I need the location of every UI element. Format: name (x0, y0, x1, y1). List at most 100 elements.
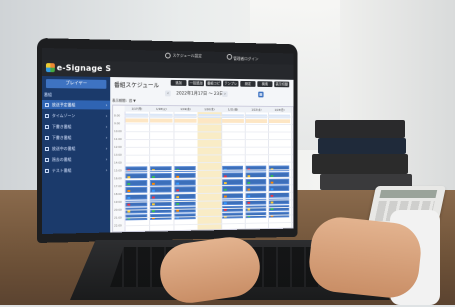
toolbar-button[interactable]: 追加 (170, 79, 187, 86)
item-icon (44, 146, 49, 151)
schedule-event[interactable] (268, 185, 290, 192)
day-header: 1/17(月) (124, 105, 150, 112)
chevron-right-icon: › (105, 156, 108, 162)
time-label: 20:00 (114, 207, 122, 212)
schedule-chip[interactable] (150, 118, 173, 123)
event-tag-icon (151, 196, 155, 199)
date-navigation: ‹ 2022年1月17日 ～ 23日 › ▦ (110, 90, 293, 100)
chevron-right-icon: › (105, 102, 108, 108)
sidebar-item-label: 放送予定番組 (51, 102, 76, 108)
day-header: 1/19(水) (173, 106, 198, 113)
chevron-right-icon: › (105, 113, 108, 119)
item-icon (44, 102, 49, 107)
time-label: 8:00 (114, 113, 121, 118)
hands (156, 210, 440, 307)
schedule-event[interactable] (245, 185, 267, 192)
sidebar-item-label: テスト番組 (51, 167, 72, 173)
sidebar-item[interactable]: テスト番組 › (42, 166, 110, 175)
event-tag-icon (247, 188, 251, 191)
event-tag-icon (127, 196, 131, 199)
toolbar-button[interactable]: 検索 (257, 81, 273, 88)
user-icon (226, 53, 233, 60)
event-tag-icon (270, 201, 274, 204)
calendar-icon[interactable]: ▦ (258, 91, 264, 98)
prev-week-button[interactable]: ‹ (165, 90, 171, 97)
event-tag-icon (247, 181, 251, 184)
sidebar-item-label: 下書き番組 (51, 135, 72, 141)
event-tag-icon (270, 181, 274, 184)
toolbar-button[interactable]: テンプレ (223, 80, 239, 87)
sidebar-item[interactable]: 下書き番組 › (42, 122, 110, 131)
schedule-event[interactable] (150, 186, 172, 193)
day-header: 1/21(金) (221, 106, 245, 113)
time-label: 17:00 (114, 184, 122, 189)
sidebar-section-label: 番組 (43, 92, 52, 98)
sidebar-item[interactable]: 過去の番組 › (42, 155, 110, 164)
toolbar-button[interactable]: 一括追加 (188, 80, 204, 87)
sidebar-item-label: タイムゾーン (51, 113, 76, 119)
time-label: 11:00 (114, 137, 122, 141)
chevron-right-icon: › (105, 135, 108, 141)
logo-icon (45, 63, 55, 73)
event-tag-icon (151, 189, 155, 192)
book (312, 154, 408, 174)
player-button[interactable]: プレイヤー (45, 79, 107, 89)
chevron-right-icon: › (105, 124, 108, 130)
sidebar-item[interactable]: 放送中の番組 › (42, 144, 110, 153)
schedule-chip[interactable] (245, 119, 268, 124)
period-filter[interactable]: 表示期間：週 ▼ (112, 99, 136, 104)
event-tag-icon (176, 196, 180, 199)
user-menu[interactable]: 管理者ログイン (226, 53, 258, 62)
event-tag-icon (224, 195, 227, 198)
time-label: 19:00 (114, 199, 122, 204)
event-tag-icon (176, 182, 180, 185)
clock-icon (165, 52, 171, 59)
time-label: 15:00 (114, 168, 122, 173)
schedule-chip[interactable] (222, 118, 244, 123)
right-hand (306, 214, 424, 301)
chevron-right-icon: › (105, 145, 108, 151)
time-label: 9:00 (114, 121, 121, 126)
sidebar-item-label: 過去の番組 (51, 156, 72, 162)
time-label: 22:00 (114, 223, 122, 228)
event-tag-icon (224, 202, 227, 205)
day-column[interactable]: 1/17(月) (124, 105, 151, 232)
event-tag-icon (224, 182, 227, 185)
item-icon (44, 135, 49, 140)
schedule-event[interactable] (125, 186, 148, 193)
schedule-event[interactable] (222, 185, 243, 192)
sidebar-item[interactable]: 放送予定番組 › (42, 100, 111, 110)
top-schedule-menu[interactable]: スケジュール設定 (165, 52, 202, 60)
left-hand (156, 233, 264, 307)
schedule-chip[interactable] (268, 119, 291, 124)
chevron-right-icon: › (105, 167, 108, 173)
next-week-button[interactable]: › (222, 91, 228, 98)
schedule-chip[interactable] (174, 118, 197, 123)
item-icon (44, 113, 49, 118)
grid-line (124, 139, 293, 141)
time-label: 12:00 (114, 144, 122, 149)
toolbar-button[interactable]: 表示切替 (274, 81, 290, 88)
time-label: 16:00 (114, 176, 122, 181)
toolbar-button[interactable]: 設定 (240, 80, 256, 87)
top-schedule-label: スケジュール設定 (172, 52, 202, 59)
laptop-screen: スケジュール設定 管理者ログイン e-Signage S プレイヤー 番組 放送… (42, 48, 294, 234)
time-label: 13:00 (114, 152, 122, 157)
schedule-chip[interactable] (125, 118, 149, 123)
event-tag-icon (224, 188, 227, 191)
time-label: 14:00 (114, 160, 122, 165)
book (315, 120, 405, 138)
event-tag-icon (270, 194, 274, 197)
event-tag-icon (151, 210, 155, 213)
book (318, 138, 406, 154)
sidebar-item[interactable]: 下書き番組 › (42, 133, 110, 142)
time-label: 18:00 (114, 192, 122, 197)
sidebar-item[interactable]: タイムゾーン › (42, 111, 110, 120)
item-icon (44, 157, 49, 162)
app-logo: e-Signage S (56, 63, 112, 74)
time-label: 21:00 (114, 215, 122, 220)
toolbar-button[interactable]: 番組コピー (205, 80, 222, 91)
sidebar-item-label: 放送中の番組 (51, 145, 76, 151)
schedule-chip[interactable] (198, 118, 221, 123)
schedule-event[interactable] (174, 186, 196, 193)
